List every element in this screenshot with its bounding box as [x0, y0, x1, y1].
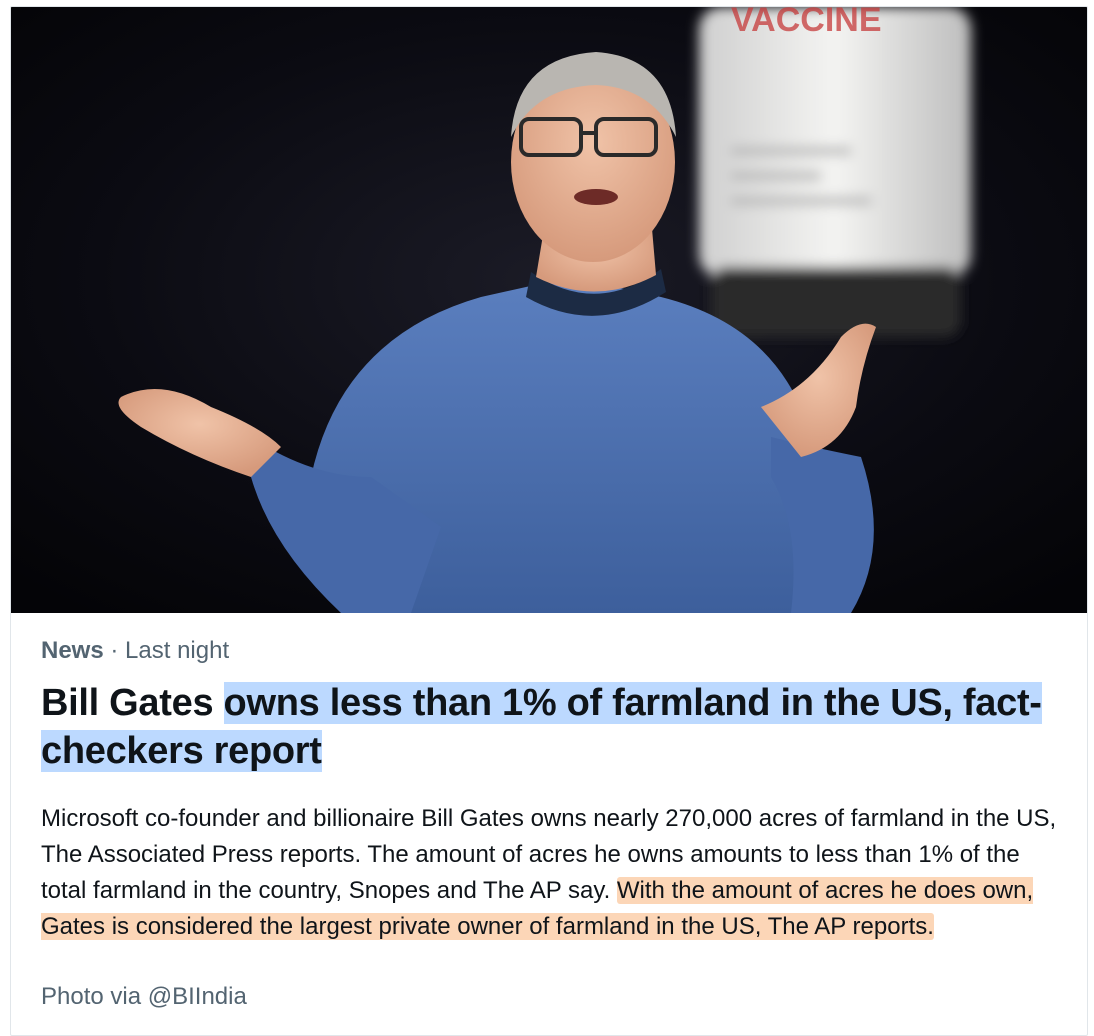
speaker-illustration: VACCINE [11, 7, 1087, 613]
headline-plain: Bill Gates [41, 682, 224, 724]
news-card[interactable]: VACCINE News · Last night Bill Gates own… [10, 6, 1088, 1036]
timestamp: Last night [125, 637, 230, 664]
article-summary: Microsoft co-founder and billionaire Bil… [41, 801, 1071, 945]
bottle-label: VACCINE [731, 7, 882, 39]
card-meta: News · Last night [41, 637, 229, 665]
meta-separator: · [103, 637, 126, 664]
photo-credit: Photo via @BIIndia [41, 983, 247, 1010]
article-photo[interactable]: VACCINE [11, 7, 1087, 613]
headline[interactable]: Bill Gates owns less than 1% of farmland… [41, 679, 1071, 775]
bottle-image [699, 7, 971, 337]
news-source[interactable]: News [41, 637, 104, 664]
